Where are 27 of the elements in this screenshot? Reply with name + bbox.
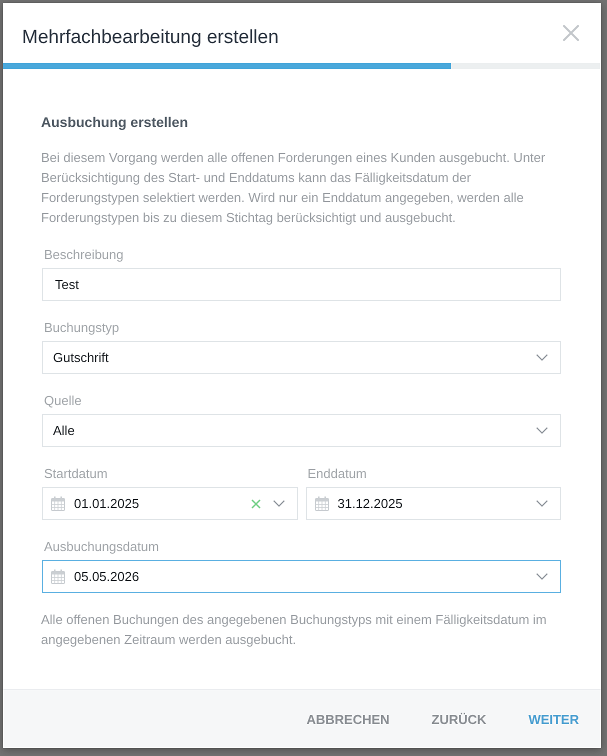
calendar-icon [314,496,328,511]
close-icon [563,25,579,41]
info-text: Alle offenen Buchungen des angegebenen Buchungstyps mit einem Fälligkeitsdatum im angegebenen Zeitraum werden ausgebucht. [41,611,548,649]
field-label: Enddatum [308,465,368,483]
date-field[interactable]: 31.12.2025 [306,487,561,520]
dialog-title: Mehrfachbearbeitung erstellen [22,26,279,50]
select-field[interactable]: Alle [42,414,561,447]
chevron-down-icon [536,500,548,507]
chevron-down-icon [536,427,548,434]
clear-icon[interactable] [250,498,260,508]
close-button[interactable] [563,25,579,41]
select-field[interactable]: Gutschrift [42,341,561,374]
section-heading: Ausbuchung erstellen [41,113,190,132]
text-field[interactable]: Test [42,268,561,301]
field-label: Buchungstyp [44,319,120,337]
chevron-down-icon [536,354,548,361]
section-description: Bei diesem Vorgang werden alle offenen Forderungen eines Kunden ausgebucht. Unter Berücksichtigung des Start- und Enddatums kann das Fälligkeitsdatum der Forderungstypen selektiert werden. Wird nur ein Enddatum angegeben, werden alle Forderungstypen bis zu diesem Stichtag berücksichtigt und ausgebucht. [41,149,546,227]
field-label: Startdatum [44,465,109,483]
chevron-down-icon [272,500,284,507]
calendar-icon [51,569,65,584]
chevron-down-icon [536,573,548,580]
field-label: Beschreibung [44,246,124,264]
calendar-icon [51,496,65,511]
field-label: Ausbuchungsdatum [44,538,160,556]
date-field[interactable]: 05.05.2026 [42,560,561,593]
date-field[interactable]: 01.01.2025 [42,487,298,520]
field-label: Quelle [44,392,83,410]
